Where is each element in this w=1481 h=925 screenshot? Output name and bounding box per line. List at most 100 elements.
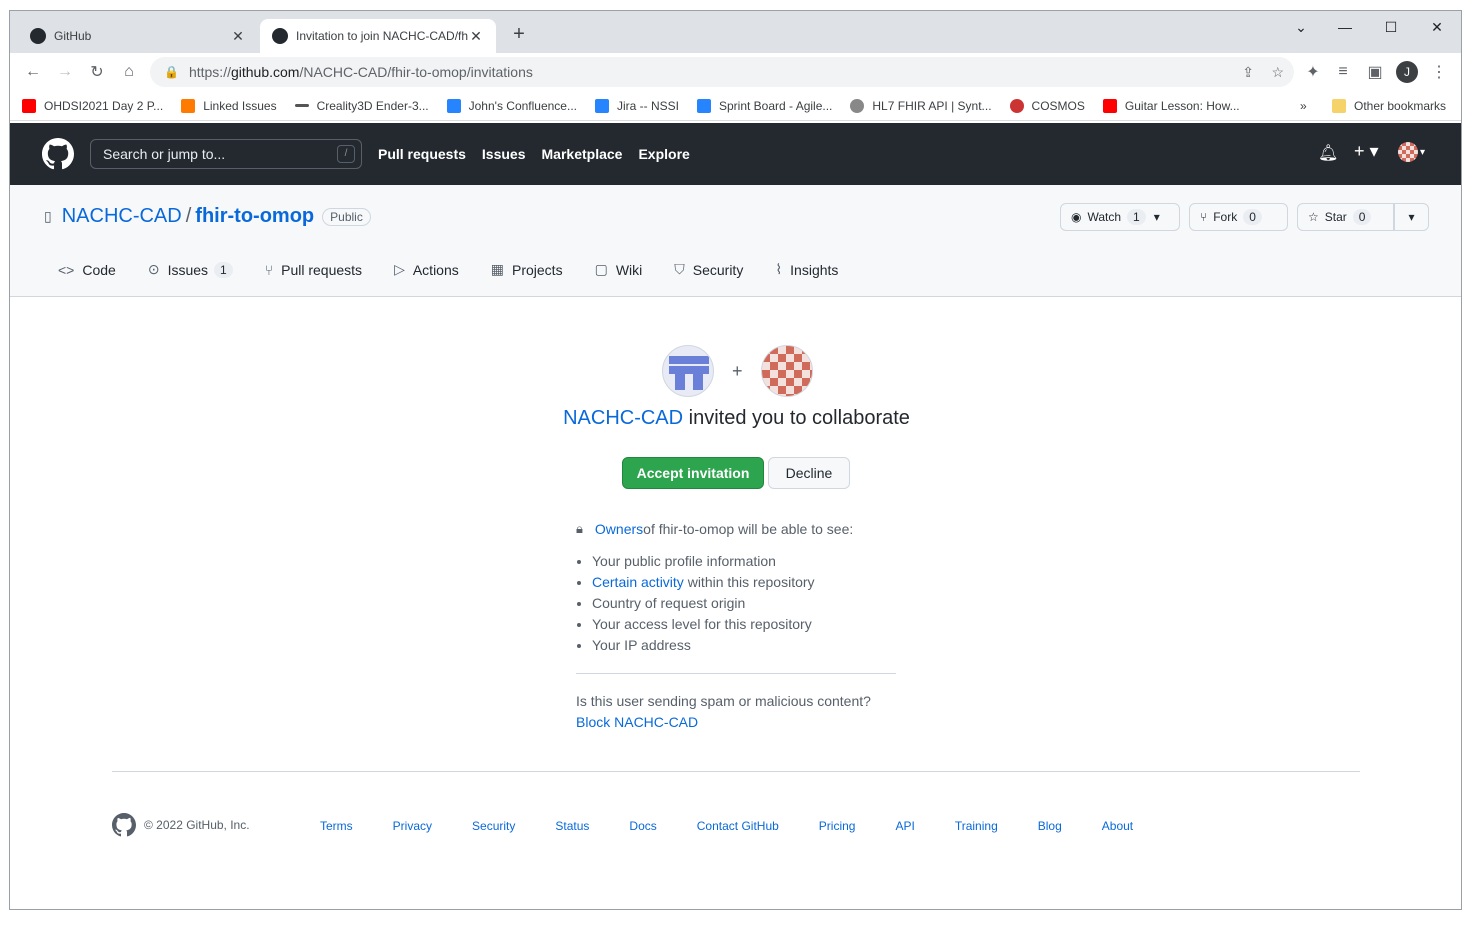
footer-link-status[interactable]: Status	[555, 819, 589, 833]
close-tab-icon[interactable]: ✕	[230, 28, 246, 45]
inviter-link[interactable]: NACHC-CAD	[563, 407, 683, 429]
tab-title: GitHub	[54, 29, 92, 43]
tab-code[interactable]: <> Code	[58, 262, 116, 278]
git-pull-request-icon: ⑂	[264, 261, 274, 278]
cosmos-icon	[1009, 98, 1024, 113]
address-bar[interactable]: 🔒 https://github.com/NACHC-CAD/fhir-to-o…	[150, 57, 1294, 87]
tab-actions[interactable]: ▷ Actions	[394, 261, 459, 278]
owners-link[interactable]: Owners	[595, 521, 643, 537]
footer-link-docs[interactable]: Docs	[629, 819, 656, 833]
browser-tab-github[interactable]: GitHub ✕	[18, 19, 258, 53]
footer-link-security[interactable]: Security	[472, 819, 515, 833]
block-user-link[interactable]: Block NACHC-CAD	[576, 714, 698, 730]
tab-insights[interactable]: ⌇ Insights	[775, 261, 838, 278]
nav-marketplace[interactable]: Marketplace	[542, 146, 623, 162]
watch-button[interactable]: ◉ Watch 1 ▾	[1060, 203, 1180, 231]
youtube-icon	[22, 98, 36, 113]
user-avatar-menu[interactable]: ▾	[1398, 142, 1425, 162]
forward-arrow-icon[interactable]: →	[52, 59, 78, 85]
tab-security[interactable]: ⛉ Security	[674, 261, 743, 278]
dash-icon	[294, 104, 309, 107]
fork-button[interactable]: ⑂ Fork 0	[1189, 203, 1288, 231]
list-item: Your public profile information	[592, 551, 815, 572]
footer-link-about[interactable]: About	[1102, 819, 1133, 833]
bookmark-linked-issues[interactable]: Linked Issues	[181, 98, 277, 113]
new-tab-icon[interactable]: +	[508, 23, 530, 46]
profile-avatar[interactable]: J	[1394, 59, 1420, 85]
footer-link-blog[interactable]: Blog	[1038, 819, 1062, 833]
visibility-list: Your public profile information Certain …	[576, 551, 815, 656]
certain-activity-link[interactable]: Certain activity	[592, 574, 684, 590]
menu-kebab-icon[interactable]: ⋮	[1426, 59, 1452, 85]
github-search-input[interactable]: Search or jump to... /	[90, 139, 362, 169]
back-arrow-icon[interactable]: ←	[20, 59, 46, 85]
tab-wiki[interactable]: ▢ Wiki	[595, 261, 643, 278]
shield-icon: ⛉	[674, 261, 685, 277]
bookmark-jira[interactable]: Jira -- NSSI	[594, 98, 679, 113]
footer-link-terms[interactable]: Terms	[320, 819, 353, 833]
play-icon: ▷	[394, 261, 405, 277]
owners-notice: 🔒︎ Owners of fhir-to-omop will be able to…	[576, 521, 854, 537]
tab-pull-requests[interactable]: ⑂ Pull requests	[265, 262, 362, 278]
bookmark-creality[interactable]: Creality3D Ender-3...	[294, 99, 429, 113]
spam-question: Is this user sending spam or malicious c…	[576, 693, 871, 709]
notifications-bell-icon[interactable]: 🔔︎	[1318, 143, 1338, 163]
footer-link-privacy[interactable]: Privacy	[393, 819, 432, 833]
tab-strip: GitHub ✕ Invitation to join NACHC-CAD/fh…	[10, 11, 1461, 53]
repo-header: ▯ NACHC-CAD / fhir-to-omop Public ◉ Watch…	[10, 185, 1461, 297]
confluence-icon	[446, 98, 461, 113]
reload-icon[interactable]: ↻	[84, 59, 110, 85]
nav-pull-requests[interactable]: Pull requests	[378, 146, 466, 162]
maximize-icon[interactable]: ☐	[1376, 15, 1406, 39]
user-avatar	[760, 345, 813, 397]
star-button[interactable]: ☆ Star 0	[1297, 203, 1394, 231]
create-new-plus-icon[interactable]: + ▾	[1354, 141, 1379, 162]
bookmark-sprint-board[interactable]: Sprint Board - Agile...	[697, 98, 832, 113]
share-icon[interactable]: ⇪	[1242, 64, 1254, 81]
home-icon[interactable]: ⌂	[116, 59, 142, 85]
list-item: Your access level for this repository	[592, 614, 815, 635]
repo-name-link[interactable]: fhir-to-omop	[195, 205, 314, 228]
footer-link-pricing[interactable]: Pricing	[819, 819, 856, 833]
tab-title: Invitation to join NACHC-CAD/fh	[296, 29, 468, 43]
decline-button[interactable]: Decline	[768, 457, 850, 489]
reading-list-icon[interactable]: ≡	[1330, 59, 1356, 85]
repo-owner-link[interactable]: NACHC-CAD	[62, 205, 182, 228]
jira-icon	[594, 98, 609, 113]
footer-link-training[interactable]: Training	[955, 819, 998, 833]
table-icon: ▦	[490, 261, 504, 277]
list-item: Country of request origin	[592, 593, 815, 614]
accept-invitation-button[interactable]: Accept invitation	[622, 457, 764, 489]
nav-explore[interactable]: Explore	[638, 146, 689, 162]
tab-projects[interactable]: ▦ Projects	[491, 261, 563, 278]
bookmark-guitar[interactable]: Guitar Lesson: How...	[1102, 98, 1240, 113]
bookmark-star-icon[interactable]: ☆	[1271, 64, 1284, 81]
graph-icon: ⌇	[775, 261, 783, 277]
shapes-icon	[181, 98, 196, 113]
nav-issues[interactable]: Issues	[482, 146, 526, 162]
bookmark-hl7[interactable]: HL7 FHIR API | Synt...	[850, 98, 992, 113]
tab-issues[interactable]: ⊙ Issues 1	[148, 261, 233, 278]
minimize-icon[interactable]: —	[1330, 15, 1360, 39]
fork-icon: ⑂	[1200, 210, 1208, 224]
bookmark-cosmos[interactable]: COSMOS	[1009, 98, 1085, 113]
close-tab-icon[interactable]: ✕	[468, 28, 484, 45]
extensions-icon[interactable]: ✦	[1300, 59, 1326, 85]
github-logo-icon[interactable]	[112, 813, 136, 837]
footer-link-api[interactable]: API	[895, 819, 914, 833]
bookmark-confluence[interactable]: John's Confluence...	[446, 98, 577, 113]
side-panel-icon[interactable]: ▣	[1362, 59, 1388, 85]
issues-count: 1	[214, 261, 233, 278]
repo-title: ▯ NACHC-CAD / fhir-to-omop Public	[44, 205, 371, 228]
star-dropdown-button[interactable]: ▾	[1394, 203, 1429, 231]
bookmark-other[interactable]: Other bookmarks	[1332, 98, 1446, 113]
more-bookmarks-chevron[interactable]: »	[1300, 99, 1307, 113]
close-window-icon[interactable]: ✕	[1422, 15, 1452, 39]
browser-tab-invitation[interactable]: Invitation to join NACHC-CAD/fh ✕	[260, 19, 496, 53]
tab-search-chevron-icon[interactable]: ⌄	[1286, 15, 1316, 39]
github-logo-icon[interactable]	[42, 138, 74, 170]
lock-icon: 🔒︎	[576, 521, 583, 536]
bookmark-ohdsi[interactable]: OHDSI2021 Day 2 P...	[22, 98, 163, 113]
browser-window: GitHub ✕ Invitation to join NACHC-CAD/fh…	[9, 10, 1462, 910]
footer-link-contact[interactable]: Contact GitHub	[697, 819, 779, 833]
